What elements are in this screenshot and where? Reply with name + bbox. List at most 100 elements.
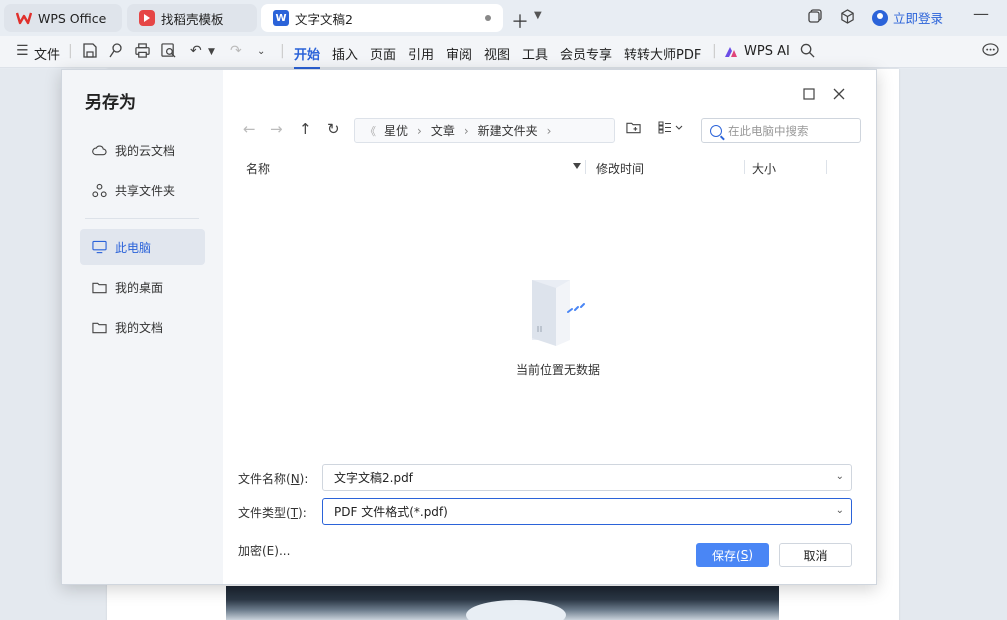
filetype-select[interactable]: PDF 文件格式(*.pdf) ⌄	[322, 498, 852, 525]
tab-pdf-converter[interactable]: 转转大师PDF	[624, 44, 701, 63]
cube-icon[interactable]	[840, 9, 855, 28]
ribbon: ☰ 文件 | ↶ ▼ ↷ ⌄ | 开始 插入 页面 引用 审阅 视图 工具 会员…	[0, 36, 1007, 69]
chevron-right-icon: ›	[463, 123, 469, 138]
save-as-dialog: 另存为 我的云文档 共享文件夹 此电脑 我的桌面 我的文档 ← → ↑ ↻ 《 …	[61, 69, 877, 585]
search-placeholder: 在此电脑中搜索	[728, 123, 809, 138]
up-arrow-icon[interactable]: ↑	[299, 120, 312, 138]
file-menu[interactable]: 文件	[34, 44, 60, 63]
search-icon	[710, 124, 722, 137]
breadcrumb-item[interactable]: 星优	[384, 122, 408, 139]
tab-view[interactable]: 视图	[484, 44, 510, 63]
login-button[interactable]: 立即登录	[872, 8, 943, 27]
maximize-icon[interactable]	[803, 88, 815, 104]
computer-icon	[92, 240, 107, 255]
sidebar-item-label: 我的桌面	[115, 280, 164, 295]
address-bar[interactable]: 《 星优 › 文章 › 新建文件夹 ›	[354, 118, 615, 143]
wps-ai-button[interactable]: WPS AI	[744, 44, 790, 59]
column-header-name[interactable]: 名称	[246, 160, 270, 177]
tab-member[interactable]: 会员专享	[560, 44, 612, 63]
new-folder-icon[interactable]	[626, 121, 641, 138]
sort-desc-icon[interactable]	[573, 163, 581, 169]
new-tab-plus-icon[interactable]: ＋	[511, 8, 529, 34]
sidebar-item-shared-folder[interactable]: 共享文件夹	[80, 172, 205, 208]
view-mode-icon[interactable]	[658, 121, 686, 138]
sidebar-item-desktop[interactable]: 我的桌面	[80, 269, 205, 305]
save-button[interactable]: 保存(S)	[696, 543, 769, 567]
tab-review[interactable]: 审阅	[446, 44, 472, 63]
cancel-button[interactable]: 取消	[779, 543, 852, 567]
tab-insert[interactable]: 插入	[332, 44, 358, 63]
forward-arrow-icon[interactable]: →	[270, 120, 283, 138]
tab-document[interactable]: W 文字文稿2	[261, 4, 503, 32]
column-header-modified[interactable]: 修改时间	[596, 160, 644, 177]
tab-label: 找稻壳模板	[161, 11, 224, 27]
back-arrow-icon[interactable]: ←	[243, 120, 256, 138]
wps-writer-icon: W	[273, 10, 289, 26]
tab-home[interactable]: 开始	[294, 44, 321, 69]
column-separator[interactable]	[826, 160, 827, 174]
sidebar-item-cloud-docs[interactable]: 我的云文档	[80, 132, 205, 168]
tab-reference[interactable]: 引用	[408, 44, 434, 63]
minimize-icon[interactable]: —	[973, 4, 989, 23]
dialog-title: 另存为	[85, 93, 136, 113]
tab-wps-office[interactable]: WPS Office	[4, 4, 122, 32]
chevron-down-icon[interactable]: ▼	[534, 10, 542, 21]
more-chevron-icon[interactable]: ⌄	[257, 46, 265, 57]
window-tile-icon[interactable]	[808, 9, 822, 27]
empty-state-text: 当前位置无数据	[515, 363, 600, 377]
wps-ai-icon	[725, 47, 737, 57]
divider: |	[712, 43, 717, 59]
sidebar-item-label: 我的文档	[115, 320, 164, 335]
title-bar: WPS Office 找稻壳模板 W 文字文稿2 ＋ ▼ 立即登录 —	[0, 0, 1007, 36]
undo-icon[interactable]: ↶	[190, 43, 202, 59]
search-input[interactable]: 在此电脑中搜索	[701, 118, 861, 143]
tab-label: 文字文稿2	[295, 11, 353, 27]
tab-docer-templates[interactable]: 找稻壳模板	[127, 4, 257, 32]
search-icon[interactable]	[800, 43, 815, 62]
wps-logo-icon	[16, 10, 32, 26]
divider: |	[68, 43, 73, 59]
chat-bubble-icon[interactable]	[982, 43, 999, 62]
breadcrumb-item[interactable]: 文章	[431, 122, 455, 139]
unsaved-dot-icon[interactable]	[485, 15, 491, 21]
share-icon[interactable]	[109, 43, 123, 62]
tab-label: WPS Office	[38, 10, 107, 26]
chevron-right-icon: ›	[417, 123, 422, 138]
encrypt-link[interactable]: 加密(E)...	[238, 542, 290, 559]
folder-icon	[92, 280, 107, 295]
save-icon[interactable]	[83, 43, 97, 62]
column-header-size[interactable]: 大小	[752, 160, 776, 177]
print-preview-icon[interactable]	[161, 43, 176, 62]
docer-logo-icon	[139, 10, 155, 26]
chevron-down-icon[interactable]: ⌄	[836, 505, 844, 516]
dialog-sidebar: 另存为 我的云文档 共享文件夹 此电脑 我的桌面 我的文档	[62, 70, 223, 584]
redo-icon[interactable]: ↷	[230, 43, 242, 59]
refresh-icon[interactable]: ↻	[327, 120, 340, 138]
breadcrumb-item[interactable]: 新建文件夹	[478, 122, 538, 139]
sidebar-item-label: 我的云文档	[115, 143, 176, 158]
sidebar-item-this-pc[interactable]: 此电脑	[80, 229, 205, 265]
sidebar-item-documents[interactable]: 我的文档	[80, 309, 205, 345]
print-icon[interactable]	[135, 43, 150, 62]
chevron-down-icon[interactable]: ▼	[208, 47, 215, 57]
sidebar-divider	[85, 218, 199, 219]
tab-page[interactable]: 页面	[370, 44, 396, 63]
folder-icon	[92, 320, 107, 335]
breadcrumb-overflow-icon[interactable]: 《	[365, 123, 376, 139]
tab-tools[interactable]: 工具	[522, 44, 548, 63]
close-icon[interactable]	[833, 88, 845, 104]
cloud-icon	[92, 143, 107, 158]
share-folder-icon	[92, 183, 107, 198]
filetype-value: PDF 文件格式(*.pdf)	[334, 505, 448, 519]
login-label: 立即登录	[893, 11, 944, 26]
empty-folder-illustration	[532, 280, 585, 346]
chevron-down-icon[interactable]: ⌄	[836, 471, 844, 482]
column-separator[interactable]	[585, 160, 586, 174]
column-separator[interactable]	[744, 160, 745, 174]
filetype-label: 文件类型(T):	[238, 506, 307, 520]
filename-input[interactable]: 文字文稿2.pdf ⌄	[322, 464, 852, 491]
menu-icon[interactable]: ☰	[16, 43, 29, 59]
sidebar-item-label: 此电脑	[115, 240, 152, 255]
filename-value: 文字文稿2.pdf	[334, 471, 413, 485]
chevron-right-icon[interactable]: ›	[547, 124, 552, 138]
